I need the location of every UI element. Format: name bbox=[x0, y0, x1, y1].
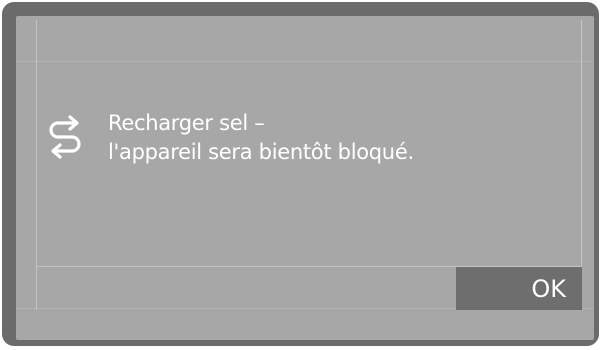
salt-refill-arrows-icon bbox=[46, 113, 86, 161]
message-line-1: Recharger sel – bbox=[108, 111, 265, 135]
message-text: Recharger sel – l'appareil sera bientôt … bbox=[108, 109, 414, 167]
device-frame: Recharger sel – l'appareil sera bientôt … bbox=[2, 2, 599, 346]
display-screen: Recharger sel – l'appareil sera bientôt … bbox=[16, 16, 594, 340]
message-line-2: l'appareil sera bientôt bloqué. bbox=[108, 140, 414, 164]
button-bar: OK bbox=[36, 266, 582, 310]
message-area: Recharger sel – l'appareil sera bientôt … bbox=[46, 109, 414, 167]
ok-button[interactable]: OK bbox=[456, 267, 582, 310]
